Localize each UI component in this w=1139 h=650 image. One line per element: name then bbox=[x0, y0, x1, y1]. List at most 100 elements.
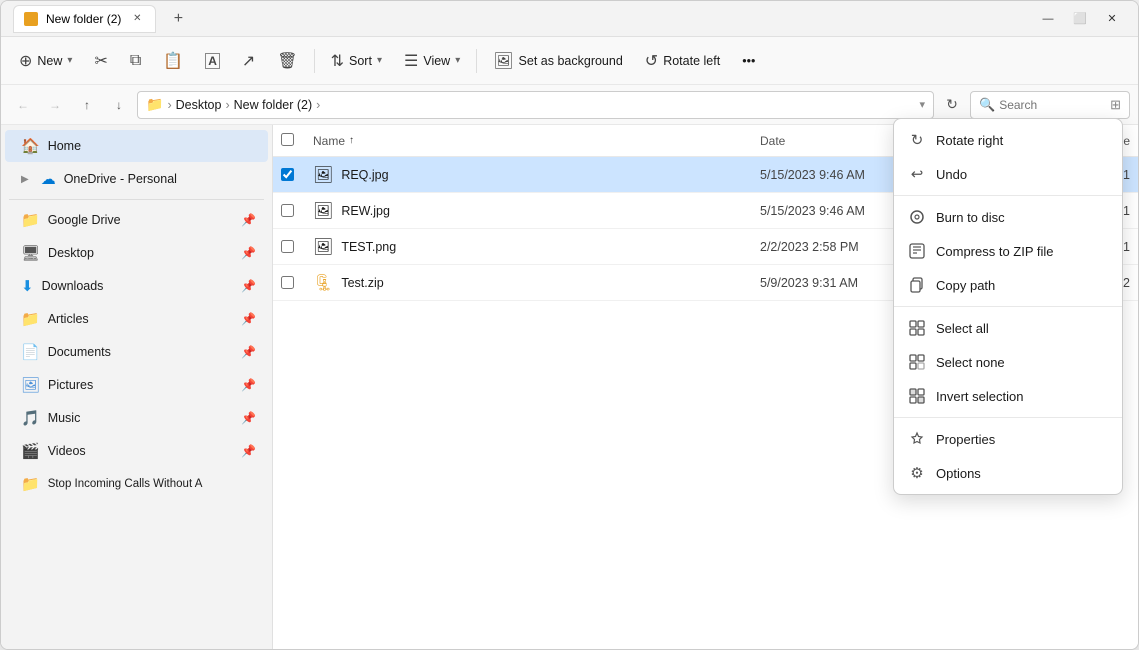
sidebar-item-articles[interactable]: 📁 Articles 📌 bbox=[5, 303, 268, 335]
header-date-col[interactable]: Date bbox=[760, 134, 910, 148]
test-zip-checkbox-cell bbox=[281, 276, 313, 289]
back-button[interactable]: ← bbox=[9, 91, 37, 119]
cut-icon: ✂ bbox=[94, 51, 107, 71]
tab-title: New folder (2) bbox=[46, 12, 121, 26]
sidebar-item-videos[interactable]: 🎬 Videos 📌 bbox=[5, 435, 268, 467]
cut-button[interactable]: ✂ bbox=[84, 43, 117, 79]
sort-label: Sort bbox=[349, 54, 372, 68]
documents-pin-icon: 📌 bbox=[241, 345, 256, 359]
ctx-select-all-label: Select all bbox=[936, 321, 989, 336]
paste-icon: 📋 bbox=[163, 51, 183, 71]
window-controls: — ⬜ ✕ bbox=[1034, 5, 1126, 33]
sidebar-label-desktop: Desktop bbox=[48, 246, 233, 260]
new-dropdown-arrow: ▾ bbox=[67, 55, 72, 66]
test-zip-file-icon: 🗜 bbox=[313, 273, 333, 293]
videos-icon: 🎬 bbox=[21, 442, 40, 460]
sidebar-label-google-drive: Google Drive bbox=[48, 213, 233, 227]
test-zip-checkbox[interactable] bbox=[281, 276, 294, 289]
down-button[interactable]: ↓ bbox=[105, 91, 133, 119]
rotate-left-button[interactable]: ↺ Rotate left bbox=[635, 43, 730, 79]
req-file-icon: 🖼 bbox=[313, 165, 333, 185]
req-checkbox[interactable] bbox=[281, 168, 294, 181]
sidebar-item-google-drive[interactable]: 📁 Google Drive 📌 bbox=[5, 204, 268, 236]
more-button[interactable]: ••• bbox=[732, 43, 765, 79]
rotate-left-icon: ↺ bbox=[645, 51, 658, 71]
view-button[interactable]: ☰ View ▾ bbox=[394, 43, 470, 79]
search-input[interactable] bbox=[999, 98, 1106, 112]
sidebar-item-music[interactable]: 🎵 Music 📌 bbox=[5, 402, 268, 434]
ctx-select-all[interactable]: Select all bbox=[894, 311, 1122, 345]
forward-button[interactable]: → bbox=[41, 91, 69, 119]
path-dropdown-arrow[interactable]: ▾ bbox=[919, 98, 925, 111]
toolbar-sep-2 bbox=[476, 49, 477, 73]
sidebar-item-home[interactable]: 🏠 Home bbox=[5, 130, 268, 162]
ctx-sep-1 bbox=[894, 195, 1122, 196]
header-name-label: Name bbox=[313, 134, 345, 148]
ctx-burn-disc[interactable]: Burn to disc bbox=[894, 200, 1122, 234]
ctx-sep-3 bbox=[894, 417, 1122, 418]
test-png-filename: TEST.png bbox=[341, 240, 396, 254]
test-zip-date: 5/9/2023 9:31 AM bbox=[760, 276, 910, 290]
paste-button[interactable]: 📋 bbox=[153, 43, 193, 79]
header-date-label: Date bbox=[760, 134, 785, 148]
test-png-checkbox[interactable] bbox=[281, 240, 294, 253]
onedrive-icon: ☁ bbox=[41, 170, 56, 188]
ctx-compress-label: Compress to ZIP file bbox=[936, 244, 1054, 259]
sort-icon: ⇅ bbox=[331, 51, 344, 71]
view-label: View bbox=[423, 54, 450, 68]
sidebar-item-downloads[interactable]: ⬇ Downloads 📌 bbox=[5, 270, 268, 302]
sidebar-divider-1 bbox=[9, 199, 264, 200]
set-background-button[interactable]: 🖼 Set as background bbox=[483, 43, 633, 79]
ctx-undo[interactable]: ↩ Undo bbox=[894, 157, 1122, 191]
ctx-invert-selection-label: Invert selection bbox=[936, 389, 1023, 404]
select-all-checkbox[interactable] bbox=[281, 133, 294, 146]
ctx-options[interactable]: ⚙ Options bbox=[894, 456, 1122, 490]
delete-button[interactable]: 🗑 bbox=[267, 43, 307, 79]
onedrive-expand-icon: ▶ bbox=[21, 174, 29, 185]
new-tab-button[interactable]: + bbox=[164, 5, 192, 33]
burn-disc-icon bbox=[908, 208, 926, 226]
minimize-button[interactable]: — bbox=[1034, 5, 1062, 33]
path-sep-2: › bbox=[225, 98, 229, 112]
ctx-select-none-label: Select none bbox=[936, 355, 1005, 370]
share-icon: ↗ bbox=[242, 51, 255, 71]
sidebar-item-desktop[interactable]: 🖥 Desktop 📌 bbox=[5, 237, 268, 269]
sidebar-item-onedrive[interactable]: ▶ ☁ OneDrive - Personal bbox=[5, 163, 268, 195]
refresh-button[interactable]: ↻ bbox=[938, 91, 966, 119]
ctx-select-none[interactable]: Select none bbox=[894, 345, 1122, 379]
test-png-date: 2/2/2023 2:58 PM bbox=[760, 240, 910, 254]
address-path[interactable]: 📁 › Desktop › New folder (2) › ▾ bbox=[137, 91, 934, 119]
sidebar-item-documents[interactable]: 📄 Documents 📌 bbox=[5, 336, 268, 368]
path-folder-icon: 📁 bbox=[146, 96, 163, 113]
copy-button[interactable]: ⧉ bbox=[120, 43, 151, 79]
search-expand-icon: ⊞ bbox=[1110, 97, 1121, 113]
downloads-icon: ⬇ bbox=[21, 277, 34, 295]
desktop-icon: 🖥 bbox=[21, 244, 40, 262]
sidebar-item-stop-incoming[interactable]: 📁 Stop Incoming Calls Without A bbox=[5, 468, 268, 500]
sidebar: 🏠 Home ▶ ☁ OneDrive - Personal 📁 Google … bbox=[1, 125, 273, 649]
rename-button[interactable]: A bbox=[195, 43, 230, 79]
ctx-compress-zip[interactable]: Compress to ZIP file bbox=[894, 234, 1122, 268]
ctx-properties[interactable]: Properties bbox=[894, 422, 1122, 456]
ctx-rotate-right[interactable]: ↻ Rotate right bbox=[894, 123, 1122, 157]
tab-active[interactable]: New folder (2) ✕ bbox=[13, 5, 156, 33]
tab-close-button[interactable]: ✕ bbox=[129, 11, 145, 27]
close-button[interactable]: ✕ bbox=[1098, 5, 1126, 33]
new-icon: ⊕ bbox=[19, 51, 32, 71]
toolbar: ⊕ New ▾ ✂ ⧉ 📋 A ↗ 🗑 ⇅ Sort ▾ ☰ View bbox=[1, 37, 1138, 85]
sort-button[interactable]: ⇅ Sort ▾ bbox=[321, 43, 392, 79]
sidebar-item-pictures[interactable]: 🖼 Pictures 📌 bbox=[5, 369, 268, 401]
pictures-pin-icon: 📌 bbox=[241, 378, 256, 392]
new-button[interactable]: ⊕ New ▾ bbox=[9, 43, 82, 79]
header-name-col[interactable]: Name ↑ bbox=[313, 134, 760, 148]
rew-checkbox[interactable] bbox=[281, 204, 294, 217]
maximize-button[interactable]: ⬜ bbox=[1066, 5, 1094, 33]
up-button[interactable]: ↑ bbox=[73, 91, 101, 119]
ctx-copy-path[interactable]: Copy path bbox=[894, 268, 1122, 302]
ctx-invert-selection[interactable]: Invert selection bbox=[894, 379, 1122, 413]
search-box: 🔍 ⊞ bbox=[970, 91, 1130, 119]
sort-arrow-icon: ↑ bbox=[349, 135, 354, 146]
test-zip-name-cell: 🗜 Test.zip bbox=[313, 273, 760, 293]
videos-pin-icon: 📌 bbox=[241, 444, 256, 458]
share-button[interactable]: ↗ bbox=[232, 43, 265, 79]
